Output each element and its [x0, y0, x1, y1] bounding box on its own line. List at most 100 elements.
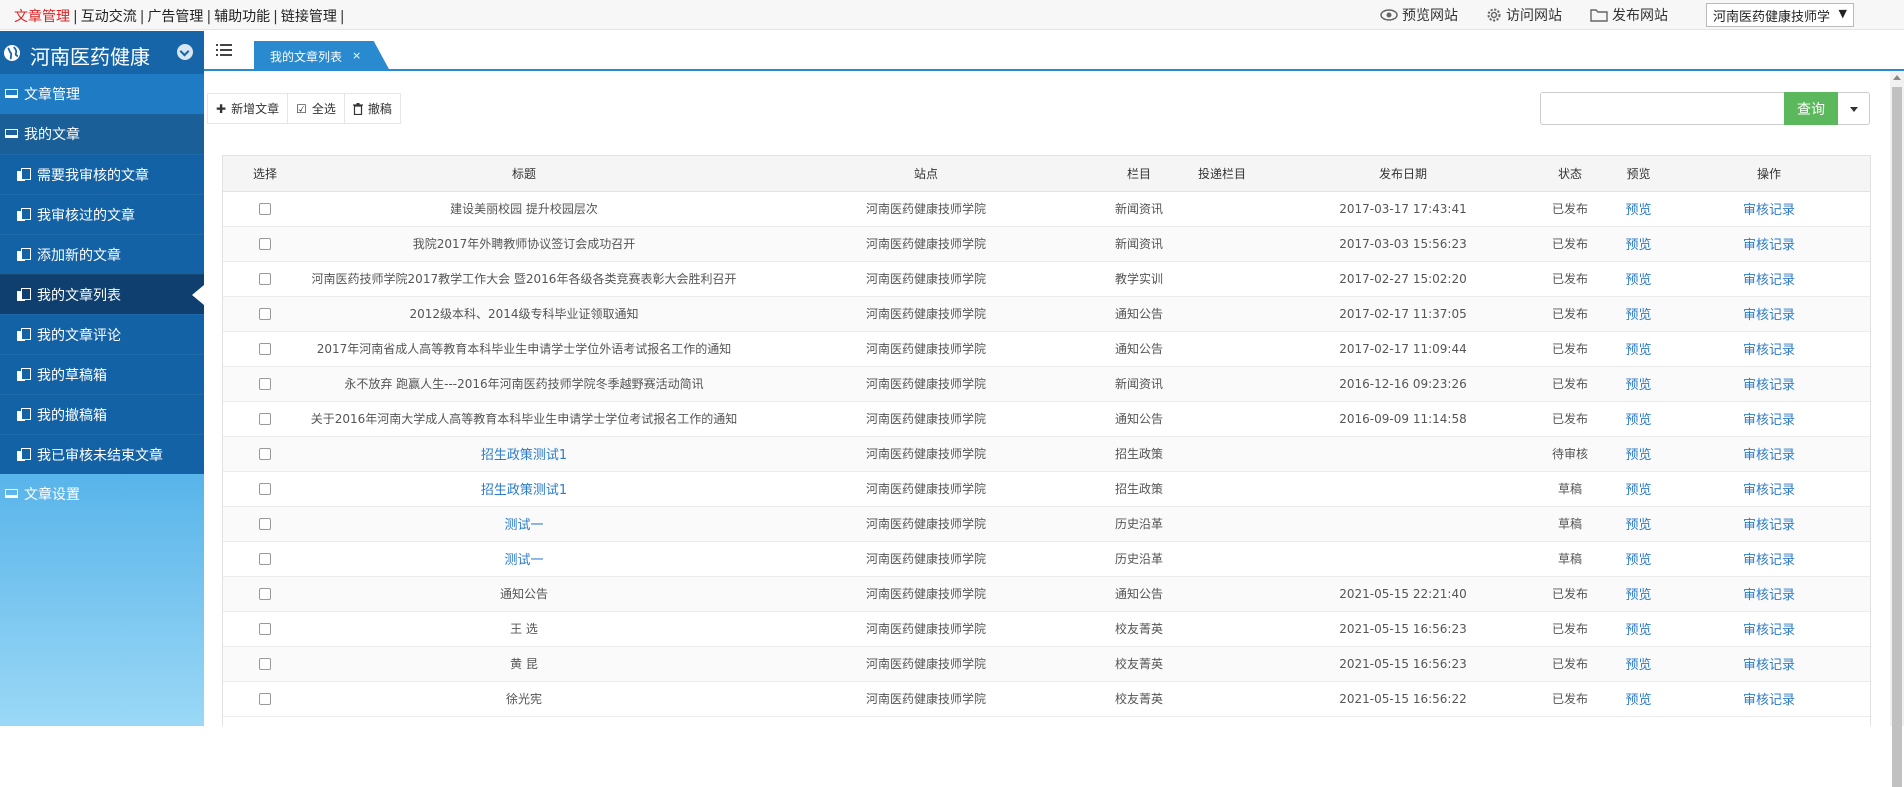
- review-record-link[interactable]: 审核记录: [1743, 308, 1795, 323]
- title-cell[interactable]: 测试一: [307, 506, 741, 542]
- add-article-button[interactable]: ✚ 新增文章: [208, 94, 289, 123]
- review-record-link[interactable]: 审核记录: [1743, 623, 1795, 638]
- table-row: 招生政策测试1 河南医药健康技师学院 招生政策 草稿 预览 审核记录: [223, 471, 1870, 507]
- table-row: 关于2016年河南大学成人高等教育本科毕业生申请学士学位考试报名工作的通知 河南医…: [223, 401, 1870, 437]
- title-cell[interactable]: 招生政策测试1: [307, 471, 741, 507]
- date-cell: 2017-02-27 15:02:20: [1277, 261, 1529, 297]
- site-select[interactable]: 河南医药健康技师学 ▼: [1706, 3, 1854, 27]
- review-record-link[interactable]: 审核记录: [1743, 518, 1795, 533]
- status-cell: 草稿: [1529, 506, 1611, 542]
- column-cell: 教学实训: [1111, 261, 1167, 297]
- review-record-link[interactable]: 审核记录: [1743, 343, 1795, 358]
- preview-link[interactable]: 预览: [1625, 693, 1651, 708]
- sidebar-item-my-article-list[interactable]: 我的文章列表: [0, 274, 204, 314]
- laptop-icon: [5, 129, 18, 138]
- preview-link[interactable]: 预览: [1625, 343, 1651, 358]
- select-checkbox-cell: [223, 646, 307, 682]
- column-cell: 招生政策: [1111, 436, 1167, 472]
- status-cell: 已发布: [1529, 261, 1611, 297]
- withdraw-button[interactable]: 撤稿: [345, 94, 400, 123]
- sidebar-title: 河南医药健康: [30, 45, 150, 69]
- delivery-cell: [1167, 191, 1277, 227]
- search-input[interactable]: [1540, 92, 1784, 125]
- review-record-link[interactable]: 审核记录: [1743, 553, 1795, 568]
- scroll-up-icon[interactable]: [1893, 75, 1901, 80]
- topmenu-item-interaction[interactable]: 互动交流: [81, 9, 137, 25]
- sidebar-item-drafts[interactable]: 我的草稿箱: [0, 354, 204, 394]
- row-checkbox[interactable]: [259, 693, 271, 705]
- search-dropdown-toggle[interactable]: [1838, 92, 1870, 125]
- preview-link[interactable]: 预览: [1625, 413, 1651, 428]
- review-record-link[interactable]: 审核记录: [1743, 203, 1795, 218]
- preview-link[interactable]: 预览: [1625, 238, 1651, 253]
- sidebar-item-add-article[interactable]: 添加新的文章: [0, 234, 204, 274]
- row-checkbox[interactable]: [259, 238, 271, 250]
- row-checkbox[interactable]: [259, 483, 271, 495]
- row-checkbox[interactable]: [259, 343, 271, 355]
- topmenu-item-ads[interactable]: 广告管理: [147, 9, 203, 25]
- review-record-link[interactable]: 审核记录: [1743, 693, 1795, 708]
- publish-site-link[interactable]: 发布网站: [1590, 5, 1668, 25]
- sidebar-item-article-management[interactable]: 文章管理: [0, 74, 204, 114]
- row-checkbox[interactable]: [259, 588, 271, 600]
- title-cell[interactable]: 招生政策测试1: [307, 436, 741, 472]
- table-row: 我院2017年外聘教师协议签订会成功召开 河南医药健康技师学院 新闻资讯 2017-0…: [223, 226, 1870, 262]
- preview-link[interactable]: 预览: [1625, 588, 1651, 603]
- preview-link[interactable]: 预览: [1625, 623, 1651, 638]
- row-checkbox[interactable]: [259, 413, 271, 425]
- row-checkbox[interactable]: [259, 378, 271, 390]
- review-record-link[interactable]: 审核记录: [1743, 483, 1795, 498]
- topmenu-item-links[interactable]: 链接管理: [281, 9, 337, 25]
- review-record-link[interactable]: 审核记录: [1743, 378, 1795, 393]
- review-record-link[interactable]: 审核记录: [1743, 273, 1795, 288]
- review-record-link[interactable]: 审核记录: [1743, 588, 1795, 603]
- preview-link[interactable]: 预览: [1625, 448, 1651, 463]
- sidebar-item-unfinished[interactable]: 我已审核未结束文章: [0, 434, 204, 474]
- scrollbar-thumb[interactable]: [1892, 87, 1902, 787]
- review-record-link[interactable]: 审核记录: [1743, 238, 1795, 253]
- preview-link[interactable]: 预览: [1625, 553, 1651, 568]
- row-checkbox[interactable]: [259, 448, 271, 460]
- title-cell[interactable]: 测试一: [307, 541, 741, 577]
- topmenu-item-article[interactable]: 文章管理: [14, 9, 70, 25]
- topmenu-item-tools[interactable]: 辅助功能: [214, 9, 270, 25]
- sidebar-item-pending-review[interactable]: 需要我审核的文章: [0, 154, 204, 194]
- sidebar-item-comments[interactable]: 我的文章评论: [0, 314, 204, 354]
- review-record-link[interactable]: 审核记录: [1743, 448, 1795, 463]
- review-record-link[interactable]: 审核记录: [1743, 658, 1795, 673]
- delivery-cell: [1167, 401, 1277, 437]
- preview-link[interactable]: 预览: [1625, 378, 1651, 393]
- preview-link[interactable]: 预览: [1625, 308, 1651, 323]
- collapse-chevron-icon[interactable]: [177, 44, 193, 60]
- preview-link[interactable]: 预览: [1625, 483, 1651, 498]
- close-icon[interactable]: ×: [352, 49, 361, 62]
- sidebar-item-article-settings[interactable]: 文章设置: [0, 474, 204, 514]
- sidebar-item-reviewed[interactable]: 我审核过的文章: [0, 194, 204, 234]
- row-checkbox[interactable]: [259, 273, 271, 285]
- preview-link[interactable]: 预览: [1625, 203, 1651, 218]
- search-button[interactable]: 查询: [1784, 92, 1838, 125]
- sidebar-item-withdrawn[interactable]: 我的撤稿箱: [0, 394, 204, 434]
- site-cell: 河南医药健康技师学院: [741, 541, 1111, 577]
- row-checkbox[interactable]: [259, 518, 271, 530]
- select-all-button[interactable]: ☑ 全选: [288, 94, 345, 123]
- row-checkbox[interactable]: [259, 553, 271, 565]
- row-checkbox[interactable]: [259, 658, 271, 670]
- visit-site-link[interactable]: 访问网站: [1486, 5, 1562, 25]
- menu-toggle-icon[interactable]: [216, 43, 232, 57]
- sidebar-item-my-articles[interactable]: 我的文章: [0, 114, 204, 154]
- plus-icon: ✚: [216, 101, 227, 116]
- row-checkbox[interactable]: [259, 623, 271, 635]
- select-checkbox-cell: [223, 541, 307, 577]
- vertical-scrollbar[interactable]: [1890, 71, 1904, 787]
- row-checkbox[interactable]: [259, 308, 271, 320]
- preview-link[interactable]: 预览: [1625, 658, 1651, 673]
- preview-link[interactable]: 预览: [1625, 518, 1651, 533]
- preview-link[interactable]: 预览: [1625, 273, 1651, 288]
- date-cell: [1277, 541, 1529, 577]
- review-record-link[interactable]: 审核记录: [1743, 413, 1795, 428]
- row-checkbox[interactable]: [259, 203, 271, 215]
- tab-my-article-list[interactable]: 我的文章列表 ×: [254, 41, 390, 71]
- table-row: 建设美丽校园 提升校园层次 河南医药健康技师学院 新闻资讯 2017-03-17 17…: [223, 191, 1870, 227]
- preview-site-link[interactable]: 预览网站: [1380, 5, 1458, 25]
